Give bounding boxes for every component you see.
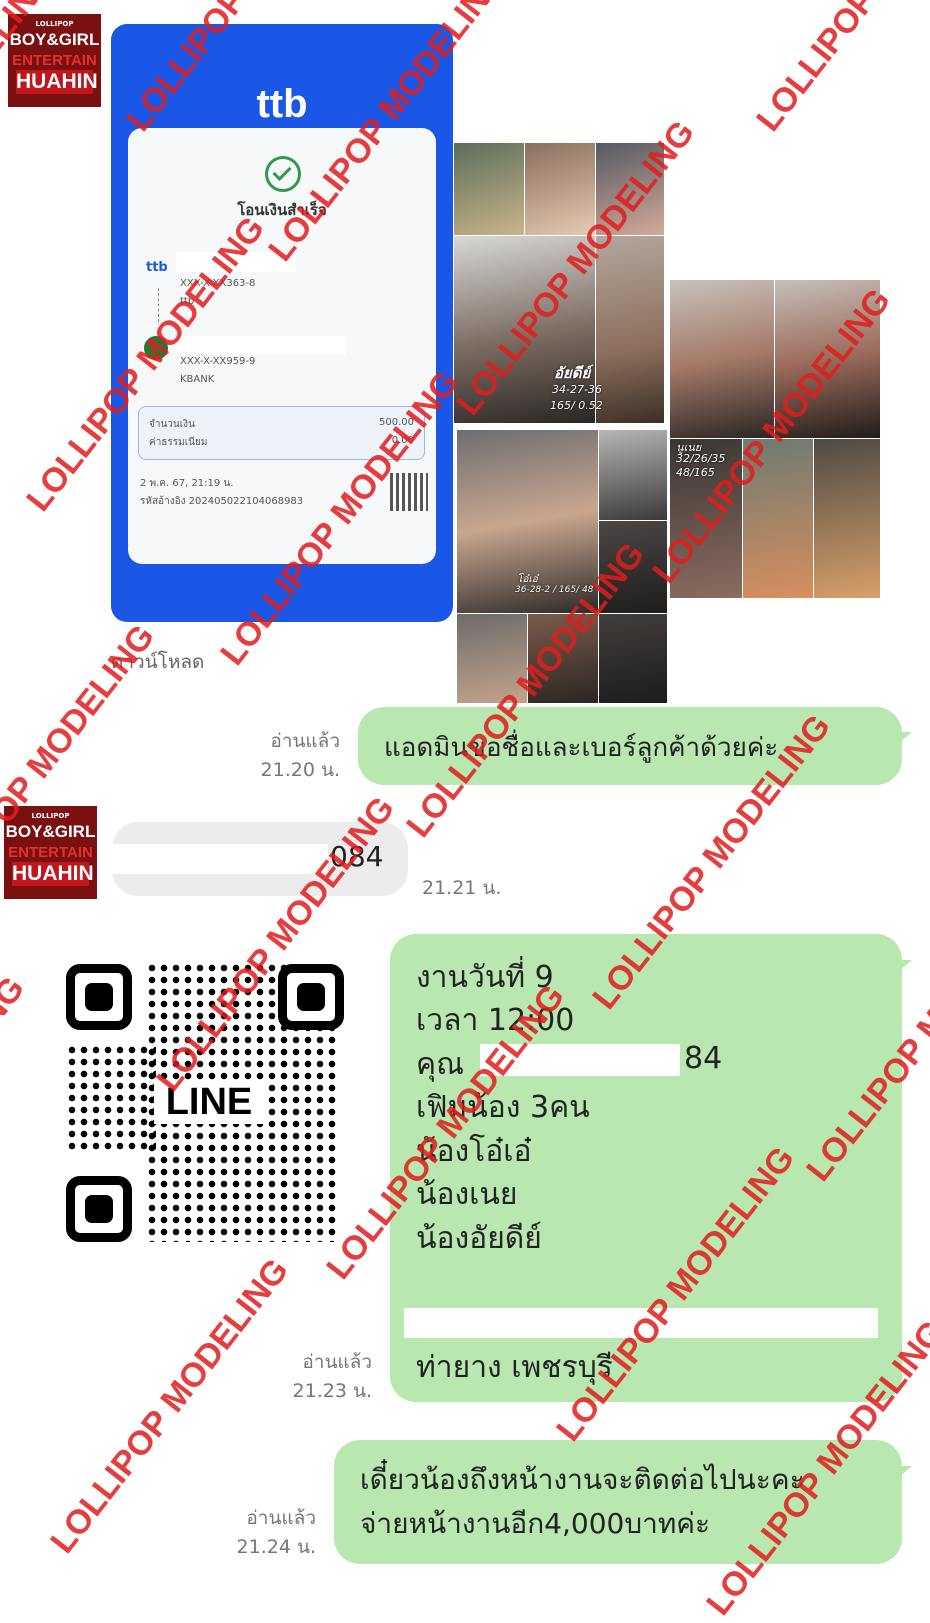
message-line: เดี๋ยวน้องถึงหน้างานจะติดต่อไปนะคะ [360, 1463, 805, 1496]
line-qr-code-image[interactable]: LINE [54, 952, 356, 1254]
message-time: 21.20 น. [260, 759, 340, 781]
message-text: แอดมินขอชื่อและเบอร์ลูกค้าด้วยค่ะ [384, 733, 779, 763]
read-status: อ่านแล้ว [246, 1507, 316, 1529]
fee-label: ค่าธรรมเนียม [149, 437, 208, 448]
photo [599, 430, 667, 520]
success-check-icon [265, 156, 301, 192]
redaction [176, 336, 346, 354]
to-bank: KBANK [180, 374, 215, 385]
photo [814, 439, 880, 598]
read-receipt: อ่านแล้ว 21.23 น. [262, 1348, 372, 1406]
message-time: 21.21 น. [422, 877, 502, 899]
qr-finder-icon [66, 1176, 132, 1242]
transfer-date: 2 พ.ค. 67, 21:19 น. [140, 478, 234, 489]
photo [454, 143, 524, 235]
photo [596, 236, 664, 423]
bubble-tail [898, 732, 912, 744]
watermark: LOLLIPOP MODELING [0, 969, 33, 1279]
photo [670, 280, 774, 438]
message-line: 84 [684, 1041, 723, 1076]
avatar-text: HUAHIN [16, 70, 98, 94]
message-time: 21.23 น. [292, 1380, 372, 1402]
from-bank: ttb [146, 260, 168, 275]
photo-caption: 48/165 [676, 466, 715, 479]
read-receipt: อ่านแล้ว 21.24 น. [206, 1504, 316, 1562]
avatar-text: HUAHIN [12, 862, 94, 886]
amount-label: จำนวนเงิน [149, 419, 195, 430]
redaction [112, 844, 328, 874]
read-receipt: อ่านแล้ว 21.20 น. [230, 727, 340, 785]
bubble-tail [898, 960, 912, 972]
read-status: อ่านแล้ว [302, 1351, 372, 1373]
read-status: อ่านแล้ว [270, 730, 340, 752]
reference-code: รหัสอ้างอิง 202405022104068983 [140, 496, 304, 507]
photo-caption: อัยดีย์ [554, 364, 591, 382]
photo-caption: 34-27-36 [552, 383, 602, 396]
photo [599, 614, 667, 703]
message-line: คุณ [416, 1047, 464, 1082]
avatar-text: ENTERTAIN [8, 844, 93, 861]
watermark: LOLLIPOP MODELING [749, 0, 930, 139]
avatar-text: ENTERTAIN [12, 52, 97, 69]
qr-finder-icon [278, 964, 344, 1030]
message-line: จ่ายหน้างานอีก4,000บาทค่ะ [360, 1507, 711, 1540]
photo-caption: 32/26/35 [676, 452, 726, 465]
photo-caption: 165/ 0.52 [550, 399, 603, 412]
message-time: 21.24 น. [236, 1536, 316, 1558]
message-line: น้องอัยดีย์ [416, 1221, 542, 1256]
bubble-tail [898, 1466, 912, 1478]
to-account: XXX-X-XX959-9 [180, 356, 256, 367]
photo [525, 143, 595, 235]
qr-finder-icon [66, 964, 132, 1030]
qr-pattern [66, 1044, 156, 1152]
